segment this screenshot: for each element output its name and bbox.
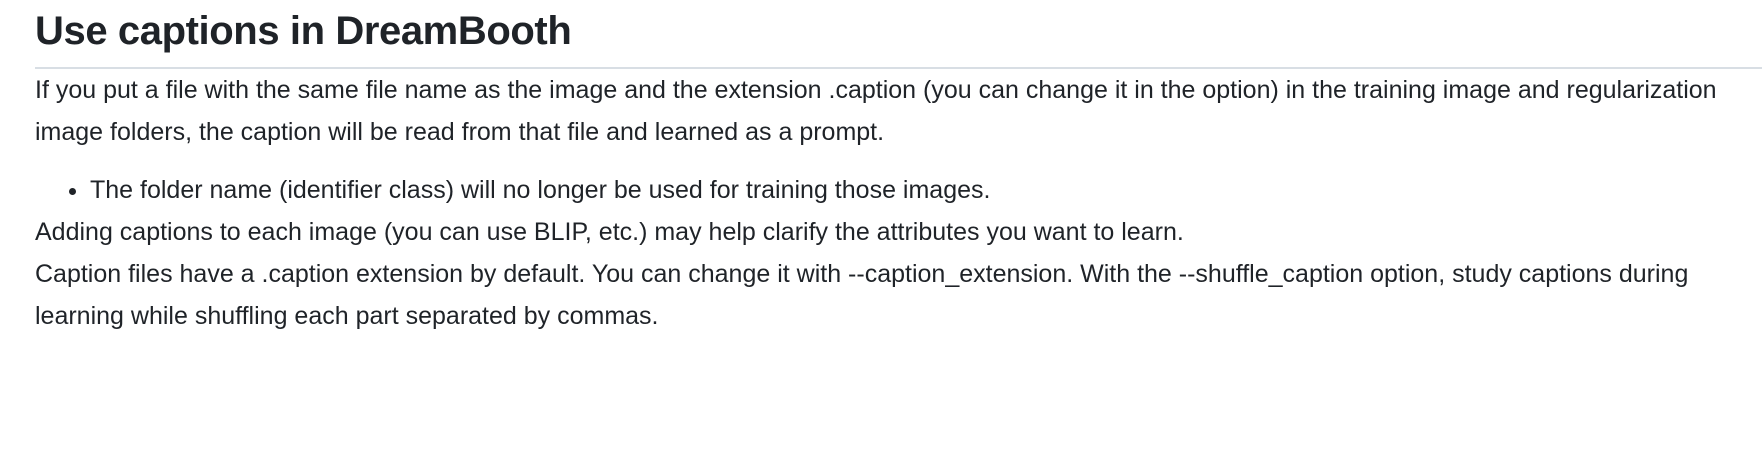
adding-captions-paragraph: Adding captions to each image (you can u… (35, 218, 1184, 246)
list-item: The folder name (identifier class) will … (90, 169, 1762, 211)
article-body: Use captions in DreamBooth If you put a … (0, 0, 1762, 452)
bullet-list: The folder name (identifier class) will … (35, 169, 1762, 211)
section-heading: Use captions in DreamBooth (35, 9, 572, 53)
caption-files-paragraph: Caption files have a .caption extension … (35, 260, 1689, 330)
intro-paragraph: If you put a file with the same file nam… (35, 76, 1717, 146)
